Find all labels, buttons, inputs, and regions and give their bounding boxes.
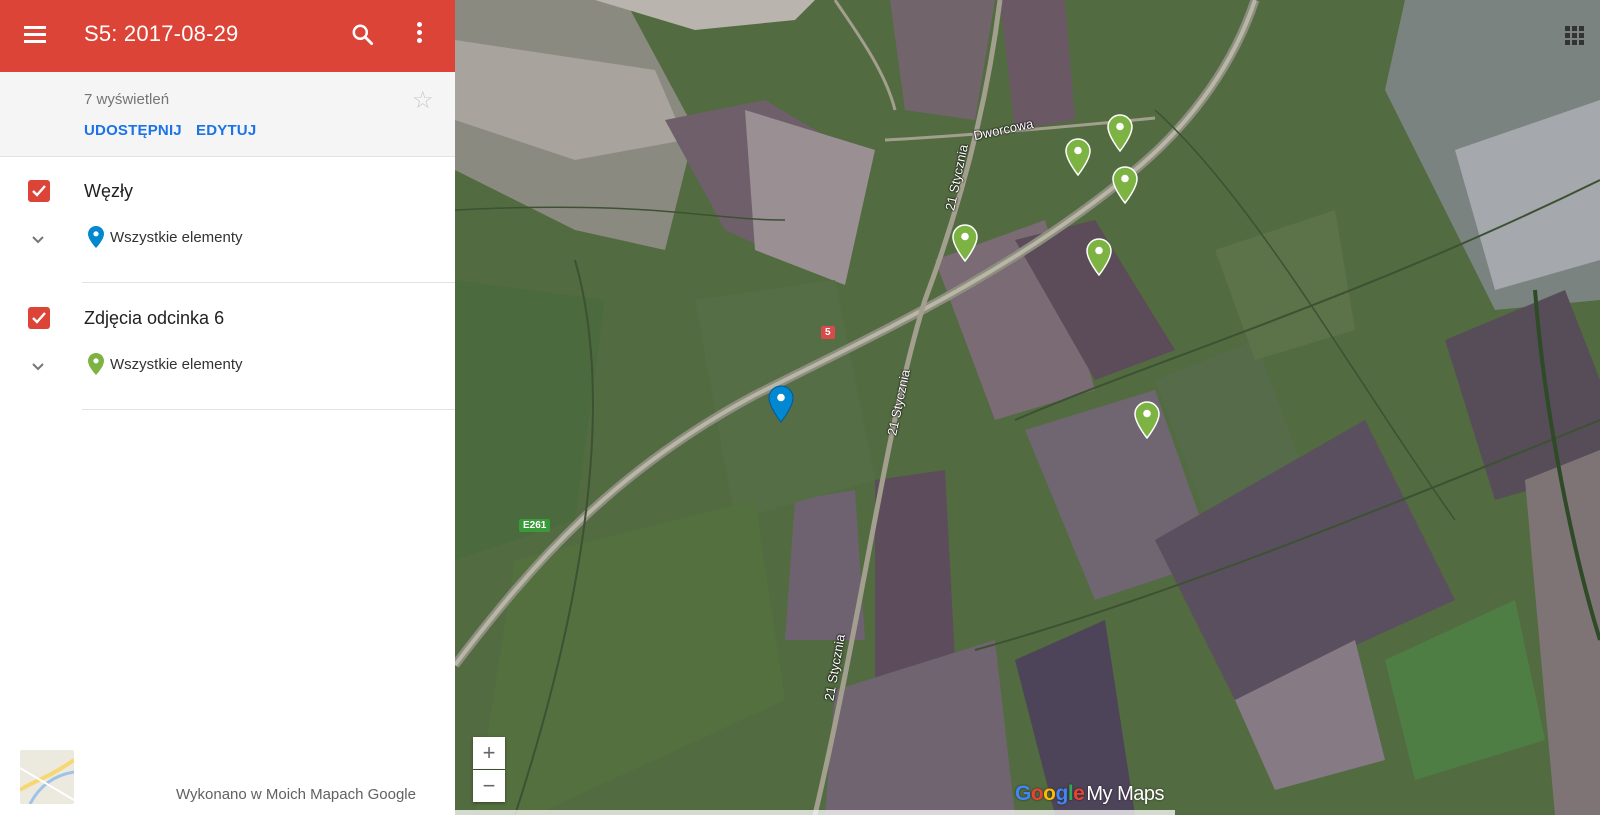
blue-pin-marker[interactable]: [768, 385, 794, 423]
layer-name: Zdjęcia odcinka 6: [84, 308, 225, 328]
map-attribution-bar: [455, 810, 1175, 815]
all-items-link[interactable]: Wszystkie elementy: [110, 356, 243, 373]
green-pin-marker[interactable]: [1065, 138, 1091, 177]
side-panel: S5: 2017-08-29 7 wyświetleń ☆ UDOSTĘPNIJ…: [0, 0, 455, 815]
view-count: 7 wyświetleń: [84, 91, 170, 108]
green-pin-icon: [88, 353, 104, 380]
layer-visibility-checkbox[interactable]: [28, 180, 50, 202]
divider: [82, 282, 455, 283]
layer-zdjecia-odcinka-6: Zdjęcia odcinka 6 Wszystkie elementy: [0, 284, 455, 410]
zoom-in-button[interactable]: +: [473, 737, 505, 769]
map-title: S5: 2017-08-29: [84, 21, 239, 46]
all-items-link[interactable]: Wszystkie elementy: [110, 229, 243, 246]
star-icon[interactable]: ☆: [412, 86, 434, 115]
menu-icon[interactable]: [24, 24, 52, 48]
route-shield: 5: [821, 326, 835, 339]
edit-button[interactable]: EDYTUJ: [196, 122, 256, 139]
basemap-thumbnail[interactable]: [20, 750, 74, 804]
layer-visibility-checkbox[interactable]: [28, 307, 50, 329]
zoom-out-button[interactable]: −: [473, 770, 505, 802]
green-pin-marker[interactable]: [1107, 114, 1133, 153]
blue-pin-icon: [88, 226, 104, 253]
more-options-icon[interactable]: [412, 22, 426, 50]
header-bar: S5: 2017-08-29: [0, 0, 455, 72]
route-shield: E261: [519, 519, 551, 532]
green-pin-marker[interactable]: [1134, 401, 1160, 440]
green-pin-marker[interactable]: [952, 224, 978, 263]
share-button[interactable]: UDOSTĘPNIJ: [84, 122, 182, 139]
chevron-down-icon[interactable]: [28, 356, 48, 376]
made-with-label: Wykonano w Moich Mapach Google: [176, 786, 416, 803]
map-canvas[interactable]: Dworcowa 21 Stycznia 21 Stycznia 21 Styc…: [455, 0, 1600, 815]
grid-icon[interactable]: [1565, 26, 1585, 46]
search-icon[interactable]: [350, 22, 378, 50]
chevron-down-icon[interactable]: [28, 229, 48, 249]
divider: [82, 409, 455, 410]
green-pin-marker[interactable]: [1086, 238, 1112, 277]
green-pin-marker[interactable]: [1112, 166, 1138, 205]
layer-wezly: Węzły Wszystkie elementy: [0, 157, 455, 283]
map-info-section: 7 wyświetleń ☆ UDOSTĘPNIJ EDYTUJ: [0, 72, 455, 157]
layer-name: Węzły: [84, 181, 133, 201]
google-my-maps-logo: Google My Maps: [1015, 782, 1164, 805]
